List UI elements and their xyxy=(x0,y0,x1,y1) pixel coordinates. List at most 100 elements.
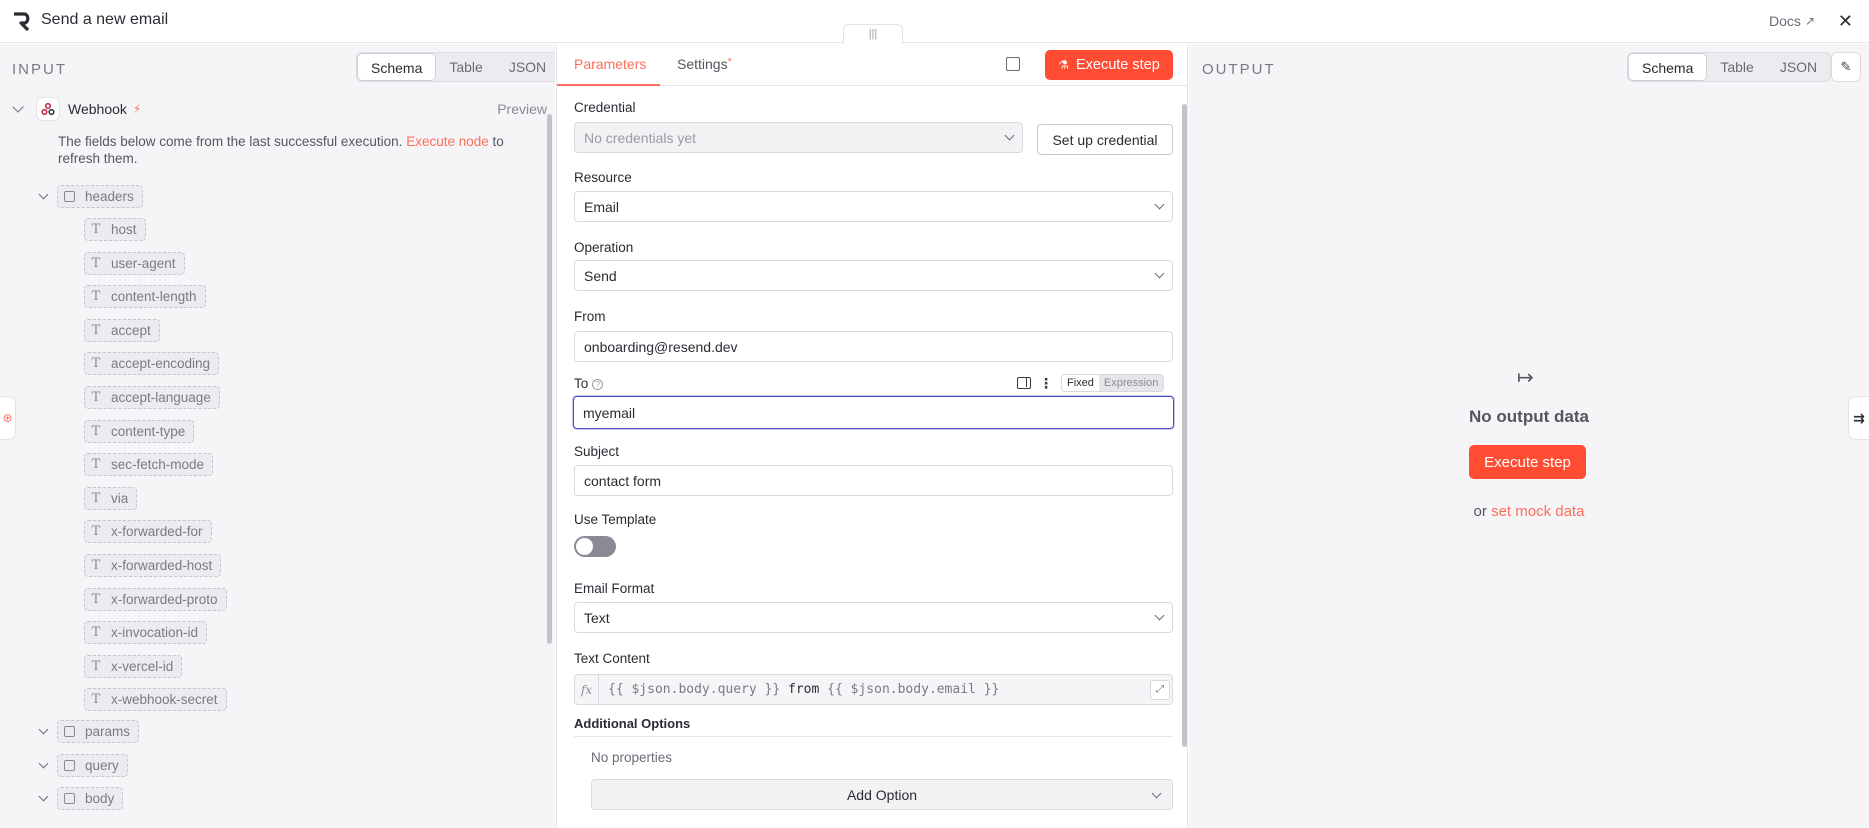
schema-field-row[interactable]: Tx-vercel-id xyxy=(84,654,183,678)
execute-step-label: Execute step xyxy=(1075,57,1160,73)
schema-pill[interactable]: query xyxy=(57,754,128,777)
resource-label: Resource xyxy=(574,170,632,185)
schema-pill[interactable]: Tx-forwarded-host xyxy=(84,554,222,577)
schema-pill[interactable]: Tx-webhook-secret xyxy=(84,688,227,712)
input-tab-schema[interactable]: Schema xyxy=(357,53,437,81)
docs-label: Docs xyxy=(1769,13,1801,29)
webhook-node-row[interactable]: Webhook ⚡ Preview xyxy=(12,96,549,122)
schema-pill[interactable]: Tcontent-length xyxy=(84,285,206,309)
credential-select[interactable]: No credentials yet xyxy=(574,122,1023,153)
add-option-label: Add Option xyxy=(846,786,918,803)
expand-expression-icon[interactable]: ⤢ xyxy=(1150,680,1170,700)
schema-field-row[interactable]: Tcontent-length xyxy=(84,285,206,309)
execution-note: The fields below come from the last succ… xyxy=(58,133,528,167)
schema-field-row[interactable]: Thost xyxy=(84,218,146,241)
schema-field-row[interactable]: Tcontent-type xyxy=(84,419,195,443)
use-template-toggle[interactable] xyxy=(574,536,616,557)
drag-handle[interactable]: ||| xyxy=(843,24,903,44)
from-input[interactable]: onboarding@resend.dev xyxy=(574,331,1173,362)
to-input[interactable]: myemail xyxy=(573,396,1174,429)
tree-group-query[interactable]: query xyxy=(38,754,128,777)
text-type-icon: T xyxy=(91,490,101,506)
output-execute-step-button[interactable]: Execute step xyxy=(1469,445,1586,479)
schema-pill[interactable]: Tuser-agent xyxy=(84,251,185,275)
unsaved-marker: * xyxy=(727,56,732,68)
schema-field-row[interactable]: Tvia xyxy=(84,486,138,510)
input-sidebar-toggle-icon[interactable]: ⊛ xyxy=(0,396,16,440)
chevron-down-icon[interactable] xyxy=(12,101,24,113)
output-tab-json[interactable]: JSON xyxy=(1767,53,1830,81)
schema-pill[interactable]: Tx-forwarded-for xyxy=(84,520,212,544)
field-name: x-forwarded-proto xyxy=(111,591,218,607)
schema-field-row[interactable]: Tx-forwarded-host xyxy=(84,554,222,577)
parameters-scrollbar[interactable] xyxy=(1182,104,1187,747)
schema-pill[interactable]: headers xyxy=(57,185,143,208)
schema-pill[interactable]: Tx-forwarded-proto xyxy=(84,587,227,611)
output-tab-table[interactable]: Table xyxy=(1707,53,1766,81)
input-view-toggle: Schema Table JSON xyxy=(356,52,555,82)
add-option-button[interactable]: Add Option xyxy=(591,779,1173,810)
expression-token: {{ $json.body.email }} xyxy=(827,682,1000,697)
schema-pill[interactable]: Tsec-fetch-mode xyxy=(84,453,214,477)
close-button[interactable]: ✕ xyxy=(1838,11,1853,32)
schema-pill[interactable]: body xyxy=(57,787,124,810)
text-content-expression[interactable]: fx {{ $json.body.query }} from {{ $json.… xyxy=(574,674,1173,705)
schema-field-row[interactable]: Taccept-encoding xyxy=(84,352,220,376)
schema-field-row[interactable]: Tuser-agent xyxy=(84,251,185,275)
tree-group-body[interactable]: body xyxy=(38,787,124,810)
tab-settings[interactable]: Settings* xyxy=(677,56,732,72)
schema-pill[interactable]: Tx-vercel-id xyxy=(84,654,183,678)
subject-input[interactable]: contact form xyxy=(574,465,1173,496)
input-scrollbar[interactable] xyxy=(547,114,552,644)
set-mock-data-link[interactable]: set mock data xyxy=(1491,503,1584,520)
more-options-icon[interactable]: ⋮ xyxy=(1039,375,1053,392)
output-sidebar-toggle-icon[interactable]: ⇉ xyxy=(1848,396,1869,440)
schema-field-row[interactable]: Tx-forwarded-proto xyxy=(84,587,227,611)
execute-step-button[interactable]: ⚗ Execute step xyxy=(1045,50,1173,80)
help-icon[interactable]: ? xyxy=(592,379,604,390)
schema-field-row[interactable]: Tx-forwarded-for xyxy=(84,520,212,544)
edit-output-pencil-icon[interactable]: ✎ xyxy=(1831,52,1861,82)
setup-credential-button[interactable]: Set up credential xyxy=(1037,124,1173,155)
operation-select[interactable]: Send xyxy=(574,260,1173,291)
schema-field-row[interactable]: Tx-webhook-secret xyxy=(84,688,227,712)
chevron-down-icon[interactable] xyxy=(38,189,49,199)
schema-pill[interactable]: Tcontent-type xyxy=(84,419,195,443)
schema-pill[interactable]: Tvia xyxy=(84,486,138,510)
output-arrow-icon: ↦ xyxy=(1517,367,1534,389)
no-properties-text: No properties xyxy=(591,750,673,765)
chevron-down-icon[interactable] xyxy=(38,758,49,768)
mode-expression[interactable]: Expression xyxy=(1098,375,1164,391)
input-tab-json[interactable]: JSON xyxy=(496,53,555,81)
node-cube-icon[interactable] xyxy=(1006,57,1020,71)
use-template-label: Use Template xyxy=(574,512,657,527)
schema-pill[interactable]: Thost xyxy=(84,218,146,241)
tree-group-headers[interactable]: headers xyxy=(38,185,143,208)
schema-pill[interactable]: Tx-invocation-id xyxy=(84,621,208,645)
schema-field-row[interactable]: Tx-invocation-id xyxy=(84,621,208,645)
output-tab-schema[interactable]: Schema xyxy=(1628,53,1708,81)
schema-field-row[interactable]: Taccept-language xyxy=(84,386,220,409)
schema-pill[interactable]: Taccept-encoding xyxy=(84,352,220,376)
schema-pill[interactable]: params xyxy=(57,720,140,743)
object-cube-icon xyxy=(64,726,75,737)
chevron-down-icon[interactable] xyxy=(38,791,49,801)
resource-select[interactable]: Email xyxy=(574,191,1173,222)
text-type-icon: T xyxy=(91,625,101,641)
docs-link[interactable]: Docs ↗ xyxy=(1769,13,1815,29)
email-format-select[interactable]: Text xyxy=(574,602,1173,633)
chevron-down-icon[interactable] xyxy=(38,724,49,734)
schema-field-row[interactable]: Tsec-fetch-mode xyxy=(84,453,214,477)
tree-group-params[interactable]: params xyxy=(38,720,140,743)
to-label: To? xyxy=(574,376,604,391)
execute-node-link[interactable]: Execute node xyxy=(406,134,489,149)
input-tab-table[interactable]: Table xyxy=(436,53,495,81)
to-label-text: To xyxy=(574,376,589,391)
field-name: x-forwarded-for xyxy=(111,524,203,540)
tab-parameters[interactable]: Parameters xyxy=(574,56,646,72)
schema-pill[interactable]: Taccept-language xyxy=(84,386,220,409)
mode-fixed[interactable]: Fixed xyxy=(1062,375,1099,391)
schema-field-row[interactable]: Taccept xyxy=(84,318,160,342)
schema-pill[interactable]: Taccept xyxy=(84,318,160,342)
side-panel-icon[interactable] xyxy=(1017,377,1031,389)
